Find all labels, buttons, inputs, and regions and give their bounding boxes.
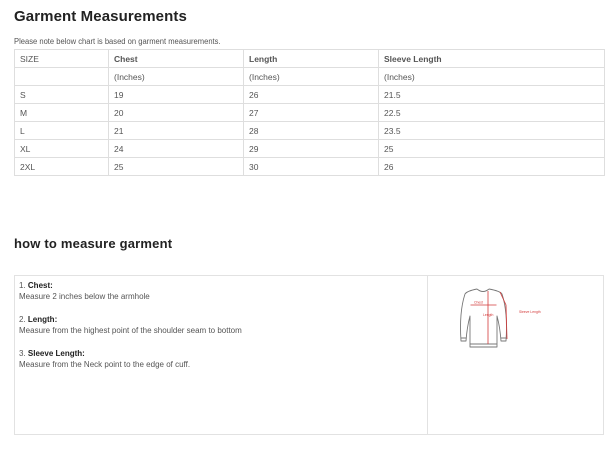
chest-label: Chest	[474, 301, 483, 305]
table-row: S 19 26 21.5	[14, 85, 605, 104]
chest-cell: 24	[108, 139, 244, 158]
sleeve-cell: 21.5	[378, 85, 605, 104]
chest-cell: 20	[108, 103, 244, 122]
length-cell: 29	[243, 139, 379, 158]
size-cell: L	[14, 121, 109, 140]
page-title: Garment Measurements	[14, 8, 187, 25]
table-row: M 20 27 22.5	[14, 103, 605, 122]
sleeve-cell: 26	[378, 157, 605, 176]
size-cell: XL	[14, 139, 109, 158]
step-description: Measure from the highest point of the sh…	[19, 326, 242, 335]
sweatshirt-outline-icon	[460, 288, 507, 348]
step-sleeve-length: 3. Sleeve Length: Measure from the Neck …	[19, 348, 419, 370]
measurement-lines	[470, 291, 508, 344]
chest-cell: 25	[108, 157, 244, 176]
unit-chest: (Inches)	[108, 67, 244, 86]
length-cell: 26	[243, 85, 379, 104]
header-chest: Chest	[108, 49, 244, 68]
length-cell: 27	[243, 103, 379, 122]
size-cell: S	[14, 85, 109, 104]
sleeve-length-label: Sleeve Length	[519, 310, 541, 314]
unit-length: (Inches)	[243, 67, 379, 86]
step-number: 1.	[19, 281, 26, 290]
table-row: L 21 28 23.5	[14, 121, 605, 140]
step-number: 2.	[19, 315, 26, 324]
size-cell: M	[14, 103, 109, 122]
table-header-row: SIZE Chest Length Sleeve Length	[14, 49, 605, 68]
unit-size	[14, 67, 109, 86]
step-label: Chest:	[27, 281, 53, 290]
step-number: 3.	[19, 349, 26, 358]
table-units-row: (Inches) (Inches) (Inches)	[14, 67, 605, 86]
chart-note: Please note below chart is based on garm…	[14, 37, 221, 46]
size-cell: 2XL	[14, 157, 109, 176]
table-row: 2XL 25 30 26	[14, 157, 605, 176]
length-label: Length	[483, 313, 493, 317]
chest-cell: 21	[108, 121, 244, 140]
length-cell: 30	[243, 157, 379, 176]
step-label: Sleeve Length:	[27, 349, 85, 358]
table-row: XL 24 29 25	[14, 139, 605, 158]
step-description: Measure 2 inches below the armhole	[19, 292, 150, 301]
size-chart-table: SIZE Chest Length Sleeve Length (Inches)…	[14, 49, 605, 176]
sleeve-cell: 23.5	[378, 121, 605, 140]
unit-sleeve: (Inches)	[378, 67, 605, 86]
step-chest: 1. Chest: Measure 2 inches below the arm…	[19, 280, 419, 302]
step-length: 2. Length: Measure from the highest poin…	[19, 314, 419, 336]
sleeve-cell: 25	[378, 139, 605, 158]
sweatshirt-measure-diagram: Chest Length Sleeve Length	[460, 288, 541, 348]
chest-cell: 19	[108, 85, 244, 104]
sleeve-cell: 22.5	[378, 103, 605, 122]
step-description: Measure from the Neck point to the edge …	[19, 360, 191, 369]
measure-steps: 1. Chest: Measure 2 inches below the arm…	[19, 280, 419, 382]
step-label: Length:	[27, 315, 58, 324]
how-to-measure-heading: how to measure garment	[14, 236, 173, 251]
how-to-measure-box: 1. Chest: Measure 2 inches below the arm…	[14, 275, 604, 435]
header-length: Length	[243, 49, 379, 68]
header-size: SIZE	[14, 49, 109, 68]
length-cell: 28	[243, 121, 379, 140]
box-divider	[427, 276, 428, 434]
header-sleeve-length: Sleeve Length	[378, 49, 605, 68]
